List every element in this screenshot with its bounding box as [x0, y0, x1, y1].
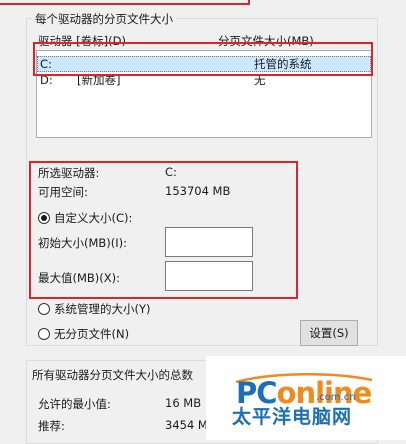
annotation-highlight-drive-row: [33, 42, 373, 76]
system-managed-label[interactable]: 系统管理的大小(Y): [54, 301, 151, 317]
min-allowed-label: 允许的最小值:: [38, 397, 111, 411]
annotation-highlight-top: [0, 0, 250, 5]
watermark-subtitle: 太平洋电脑网: [232, 406, 353, 428]
pconline-watermark: PConline .com.cn 太平洋电脑网: [206, 356, 406, 440]
no-paging-file-radio[interactable]: [38, 328, 50, 340]
recommended-label: 推荐:: [38, 419, 65, 433]
min-allowed-value: 16 MB: [165, 396, 202, 410]
system-managed-radio[interactable]: [38, 303, 50, 315]
totals-title: 所有驱动器分页文件大小的总数: [32, 368, 193, 382]
set-button[interactable]: 设置(S): [300, 320, 358, 346]
group-title: 每个驱动器的分页文件大小: [32, 11, 176, 27]
no-paging-file-label[interactable]: 无分页文件(N): [54, 326, 129, 342]
annotation-highlight-custom-size: [29, 161, 298, 299]
